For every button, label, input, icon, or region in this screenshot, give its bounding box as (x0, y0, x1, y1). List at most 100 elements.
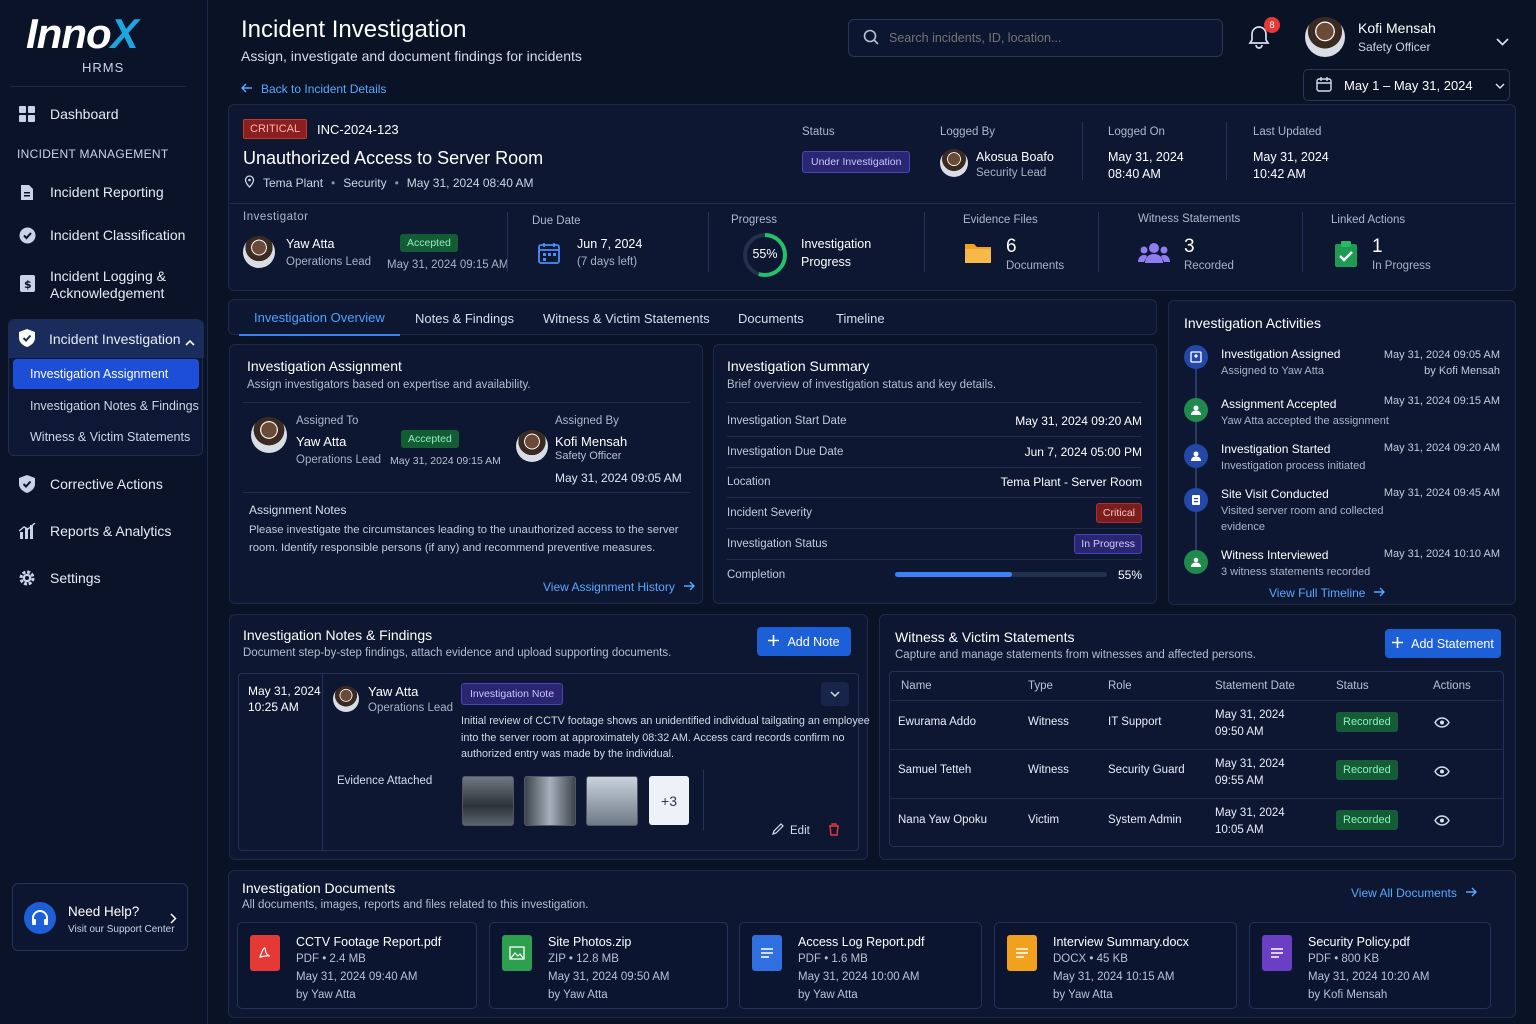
user-icon (1184, 444, 1208, 468)
pencil-icon (772, 823, 784, 838)
evidence-thumbnail[interactable] (586, 776, 638, 826)
innox-logo[interactable]: InnoX (26, 10, 139, 58)
gear-icon (18, 569, 36, 587)
more-evidence-tile[interactable]: +3 (649, 776, 689, 825)
progress-text-1: Investigation (801, 237, 872, 251)
sidebar-item-label: Incident Reporting (50, 184, 164, 200)
view-all-documents-link[interactable]: View All Documents (1351, 886, 1477, 900)
avatar[interactable] (1305, 17, 1345, 57)
table-row[interactable] (890, 701, 1503, 749)
tab-notes-findings[interactable]: Notes & Findings (415, 300, 514, 336)
table-row[interactable] (890, 750, 1503, 798)
sidebar-item-corrective-actions[interactable]: Corrective Actions (8, 472, 202, 496)
eye-icon[interactable] (1434, 715, 1450, 733)
divider (10, 86, 186, 87)
activity-title: Site Visit Conducted (1221, 487, 1329, 501)
tab-documents[interactable]: Documents (738, 300, 804, 336)
evidence-thumbnail[interactable] (524, 776, 576, 826)
summary-key: Location (727, 476, 771, 488)
eye-icon[interactable] (1434, 764, 1450, 782)
add-statement-button[interactable]: Add Statement (1385, 629, 1501, 658)
view-full-timeline-link[interactable]: View Full Timeline (1269, 586, 1386, 600)
sidebar-subitem-statements[interactable]: Witness & Victim Statements (13, 422, 199, 452)
divider (1302, 212, 1303, 272)
divider (727, 402, 1142, 403)
edit-button[interactable]: Edit (772, 823, 810, 838)
arrow-left-icon (241, 82, 253, 96)
search-input[interactable] (889, 31, 1189, 45)
sidebar-item-label: Dashboard (50, 106, 119, 122)
eye-icon[interactable] (1434, 813, 1450, 831)
evidence-thumbnail[interactable] (462, 776, 514, 826)
sidebar-item-incident-reporting[interactable]: Incident Reporting (8, 180, 202, 204)
summary-value: Jun 7, 2024 05:00 PM (1024, 445, 1142, 459)
document-meta: ZIP • 12.8 MB (548, 953, 619, 965)
tab-timeline[interactable]: Timeline (836, 300, 885, 336)
note-author: Yaw Atta (368, 684, 419, 699)
date-range-picker[interactable]: May 1 – May 31, 2024 (1303, 69, 1510, 101)
help-card[interactable]: Need Help? Visit our Support Center (12, 883, 188, 951)
note-date: May 31, 2024 (248, 684, 321, 698)
document-item[interactable]: CCTV Footage Report.pdf PDF • 2.4 MB May… (237, 922, 477, 1009)
progress-ring: 55% (741, 231, 789, 279)
sidebar-subitem-assignment[interactable]: Investigation Assignment (13, 359, 199, 389)
avatar (940, 149, 968, 177)
bar-chart-icon (18, 522, 36, 540)
tab-investigation-overview[interactable]: Investigation Overview (239, 300, 400, 336)
back-link-label: Back to Incident Details (261, 82, 387, 96)
document-item[interactable]: Site Photos.zip ZIP • 12.8 MB May 31, 20… (489, 922, 728, 1009)
sidebar-item-reports[interactable]: Reports & Analytics (8, 519, 202, 543)
sidebar-item-incident-classification[interactable]: Incident Classification (8, 223, 202, 247)
tab-witness-statements[interactable]: Witness & Victim Statements (543, 300, 710, 336)
document-item[interactable]: Security Policy.pdf PDF • 800 KB May 31,… (1249, 922, 1491, 1009)
back-link[interactable]: Back to Incident Details (241, 82, 386, 96)
file-icon (18, 183, 36, 201)
accepted-time: May 31, 2024 09:15 AM (390, 455, 501, 467)
document-item[interactable]: Access Log Report.pdf PDF • 1.6 MB May 3… (739, 922, 982, 1009)
summary-value: May 31, 2024 09:20 AM (1015, 414, 1142, 428)
sidebar-item-dashboard[interactable]: Dashboard (8, 102, 202, 126)
document-author: by Yaw Atta (798, 989, 858, 1001)
view-assignment-history-link[interactable]: View Assignment History (543, 580, 695, 594)
cell-role: IT Support (1108, 716, 1162, 728)
sidebar-item-incident-investigation[interactable]: Incident Investigation (9, 320, 204, 358)
date-range-label: May 1 – May 31, 2024 (1344, 77, 1473, 93)
card-title: Investigation Activities (1184, 315, 1321, 331)
severity-badge: Critical (1095, 503, 1142, 523)
divider (229, 203, 1515, 204)
sidebar-item-incident-logging[interactable]: $ Incident Logging & Acknowledgement (8, 268, 202, 304)
expand-button[interactable] (821, 682, 849, 706)
summary-key: Investigation Start Date (727, 415, 847, 427)
summary-value: Tema Plant - Server Room (1000, 475, 1142, 489)
users-icon (1138, 242, 1170, 269)
page-title: Incident Investigation (241, 16, 467, 43)
shield-check-icon (18, 475, 36, 493)
note-author-role: Operations Lead (368, 702, 454, 714)
logged-on-time: 08:40 AM (1108, 167, 1161, 181)
chevron-up-icon[interactable] (185, 333, 195, 349)
location-pin-icon (244, 175, 255, 191)
assigned-by-name: Kofi Mensah (555, 434, 628, 449)
chevron-down-icon[interactable] (1496, 33, 1509, 51)
document-meta: DOCX • 45 KB (1053, 953, 1128, 965)
document-author: by Yaw Atta (296, 989, 356, 1001)
evidence-label: Evidence Files (963, 214, 1038, 226)
due-days-left: (7 days left) (577, 256, 638, 268)
notes-line-2: room. Identify responsible persons (if a… (249, 542, 656, 554)
doc-icon (1007, 935, 1037, 971)
trash-icon[interactable] (828, 823, 840, 841)
linked-actions-sub: In Progress (1372, 260, 1431, 272)
activity-subtitle: evidence (1221, 521, 1266, 533)
column-header: Actions (1433, 680, 1471, 692)
add-note-button[interactable]: Add Note (757, 627, 851, 656)
card-title: Investigation Documents (242, 880, 396, 896)
divider (507, 212, 508, 272)
summary-key: Completion (727, 569, 786, 581)
search-bar[interactable] (848, 19, 1223, 57)
document-item[interactable]: Interview Summary.docx DOCX • 45 KB May … (994, 922, 1237, 1009)
link-label: View Full Timeline (1269, 586, 1366, 600)
chevron-down-icon (830, 685, 840, 703)
sidebar: InnoX HRMS Dashboard INCIDENT MANAGEMENT… (0, 0, 208, 1024)
sidebar-item-settings[interactable]: Settings (8, 566, 202, 590)
sidebar-subitem-notes[interactable]: Investigation Notes & Findings (13, 391, 199, 421)
